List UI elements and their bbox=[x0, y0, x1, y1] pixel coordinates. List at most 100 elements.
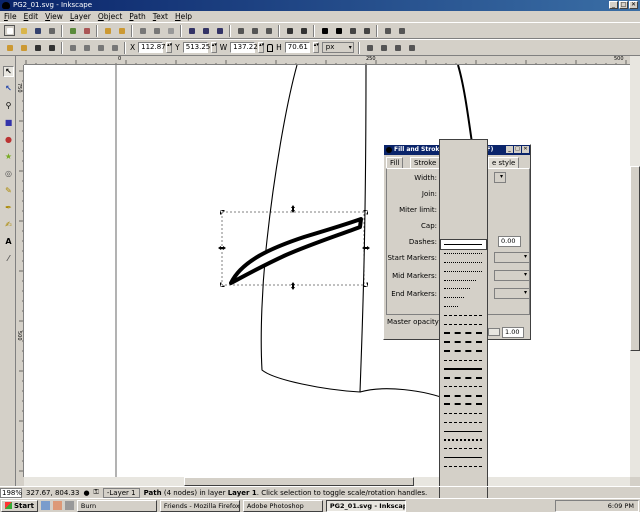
transform-pattern-icon[interactable] bbox=[406, 42, 417, 53]
preferences-icon[interactable] bbox=[382, 25, 393, 36]
dash-pattern-option[interactable] bbox=[441, 373, 486, 382]
h-input[interactable]: 70.61 bbox=[284, 42, 310, 53]
duplicate-icon[interactable] bbox=[235, 25, 246, 36]
text-tool-icon[interactable]: A bbox=[3, 236, 14, 247]
tab-fill[interactable]: Fill bbox=[386, 157, 404, 168]
explorer-quicklaunch-icon[interactable] bbox=[64, 501, 74, 510]
maximize-button[interactable]: □ bbox=[619, 1, 628, 9]
node-tool-icon[interactable]: ↖ bbox=[3, 83, 14, 94]
start-button[interactable]: Start bbox=[1, 499, 38, 512]
star-tool-icon[interactable]: ★ bbox=[3, 151, 14, 162]
copy-icon[interactable] bbox=[137, 25, 148, 36]
vertical-scrollbar[interactable] bbox=[630, 56, 640, 477]
transform-corners-icon[interactable] bbox=[378, 42, 389, 53]
raise-to-top-icon[interactable] bbox=[67, 42, 78, 53]
selected-path[interactable] bbox=[229, 217, 363, 285]
clone-icon[interactable] bbox=[249, 25, 260, 36]
tab-stroke-paint[interactable]: Stroke bbox=[410, 157, 441, 168]
show-desktop-icon[interactable] bbox=[40, 501, 50, 510]
ungroup-icon[interactable] bbox=[298, 25, 309, 36]
dash-pattern-option[interactable] bbox=[441, 364, 486, 373]
rotate-ccw-icon[interactable] bbox=[4, 42, 15, 53]
dash-pattern-option[interactable] bbox=[441, 418, 486, 427]
dash-pattern-option[interactable] bbox=[441, 276, 486, 285]
open-folder-icon[interactable] bbox=[18, 25, 29, 36]
menu-help[interactable]: Help bbox=[175, 11, 192, 22]
calligraphy-tool-icon[interactable]: ✍ bbox=[3, 219, 14, 230]
undo-icon[interactable] bbox=[102, 25, 113, 36]
dash-pattern-option[interactable] bbox=[441, 293, 486, 302]
dash-pattern-option[interactable] bbox=[441, 409, 486, 418]
zoom-field[interactable]: 198% bbox=[0, 487, 22, 498]
menu-edit[interactable]: Edit bbox=[24, 11, 39, 22]
dash-pattern-list[interactable] bbox=[440, 239, 487, 471]
dash-pattern-option[interactable] bbox=[441, 436, 486, 445]
dash-pattern-option[interactable] bbox=[441, 444, 486, 453]
dash-pattern-option[interactable] bbox=[441, 347, 486, 356]
units-select[interactable]: px bbox=[321, 42, 354, 53]
dash-pattern-option[interactable] bbox=[441, 338, 486, 347]
w-input[interactable]: 137.22 bbox=[230, 42, 258, 53]
drawing-curve[interactable] bbox=[359, 388, 450, 401]
master-opacity-input[interactable]: 1.00 bbox=[502, 327, 524, 338]
dash-pattern-option[interactable] bbox=[441, 356, 486, 365]
raise-icon[interactable] bbox=[81, 42, 92, 53]
pencil-tool-icon[interactable]: ✎ bbox=[3, 185, 14, 196]
print-icon[interactable] bbox=[46, 25, 57, 36]
taskbar-item-photoshop[interactable]: Adobe Photoshop bbox=[242, 499, 323, 512]
dash-pattern-dropdown[interactable]: ▾ bbox=[439, 139, 488, 510]
export-icon[interactable] bbox=[81, 25, 92, 36]
transform-stroke-icon[interactable] bbox=[364, 42, 375, 53]
document-properties-icon[interactable] bbox=[396, 25, 407, 36]
redo-icon[interactable] bbox=[116, 25, 127, 36]
dash-pattern-option[interactable] bbox=[441, 453, 486, 462]
dash-offset-input[interactable]: 0.00 bbox=[498, 236, 521, 247]
dialog-maximize-button[interactable]: □ bbox=[514, 146, 521, 153]
menu-path[interactable]: Path bbox=[129, 11, 145, 22]
y-input[interactable]: 513.25 bbox=[182, 42, 210, 53]
lock-layer-icon[interactable]: ⚿ bbox=[94, 488, 99, 497]
zoom-page-icon[interactable] bbox=[214, 25, 225, 36]
spiral-tool-icon[interactable]: ◎ bbox=[3, 168, 14, 179]
close-button[interactable]: ✕ bbox=[629, 1, 638, 9]
menu-layer[interactable]: Layer bbox=[70, 11, 91, 22]
menu-text[interactable]: Text bbox=[153, 11, 168, 22]
new-document-icon[interactable] bbox=[4, 25, 15, 36]
ellipse-tool-icon[interactable]: ● bbox=[3, 134, 14, 145]
width-unit-select[interactable]: ▾ bbox=[494, 172, 506, 183]
browser-quicklaunch-icon[interactable] bbox=[52, 501, 62, 510]
menu-file[interactable]: File bbox=[4, 11, 17, 22]
flip-horizontal-icon[interactable] bbox=[32, 42, 43, 53]
y-spinner[interactable]: ▴▾ bbox=[210, 42, 217, 53]
zoom-selection-icon[interactable] bbox=[186, 25, 197, 36]
align-distribute-icon[interactable] bbox=[361, 25, 372, 36]
dialog-minimize-button[interactable]: _ bbox=[506, 146, 513, 153]
transform-gradient-icon[interactable] bbox=[392, 42, 403, 53]
start-markers-select[interactable]: ▾ bbox=[494, 252, 530, 263]
dash-pattern-option[interactable] bbox=[441, 400, 486, 409]
text-font-icon[interactable] bbox=[333, 25, 344, 36]
lower-to-bottom-icon[interactable] bbox=[109, 42, 120, 53]
paste-icon[interactable] bbox=[165, 25, 176, 36]
dash-pattern-option[interactable] bbox=[441, 267, 486, 276]
tab-stroke-style[interactable]: e style bbox=[488, 157, 520, 168]
lower-icon[interactable] bbox=[95, 42, 106, 53]
dash-pattern-option[interactable] bbox=[441, 320, 486, 329]
x-input[interactable]: 112.87 bbox=[138, 42, 166, 53]
xml-editor-icon[interactable] bbox=[347, 25, 358, 36]
taskbar-item-burn[interactable]: Burn bbox=[76, 499, 157, 512]
master-opacity-slider[interactable] bbox=[488, 328, 500, 336]
x-spinner[interactable]: ▴▾ bbox=[166, 42, 172, 53]
minimize-button[interactable]: _ bbox=[609, 1, 618, 9]
taskbar-item-firefox[interactable]: Friends - Mozilla Firefox bbox=[159, 499, 240, 512]
dash-pattern-option[interactable] bbox=[441, 329, 486, 338]
dash-pattern-option[interactable] bbox=[441, 302, 486, 311]
pen-tool-icon[interactable]: ✒ bbox=[3, 202, 14, 213]
import-icon[interactable] bbox=[67, 25, 78, 36]
dash-pattern-option[interactable] bbox=[441, 382, 486, 391]
menu-object[interactable]: Object bbox=[98, 11, 122, 22]
dash-pattern-option[interactable] bbox=[441, 391, 486, 400]
layer-select[interactable]: -Layer 1 bbox=[102, 487, 140, 498]
h-spinner[interactable]: ▴▾ bbox=[312, 42, 319, 53]
dash-pattern-option[interactable] bbox=[441, 284, 486, 293]
